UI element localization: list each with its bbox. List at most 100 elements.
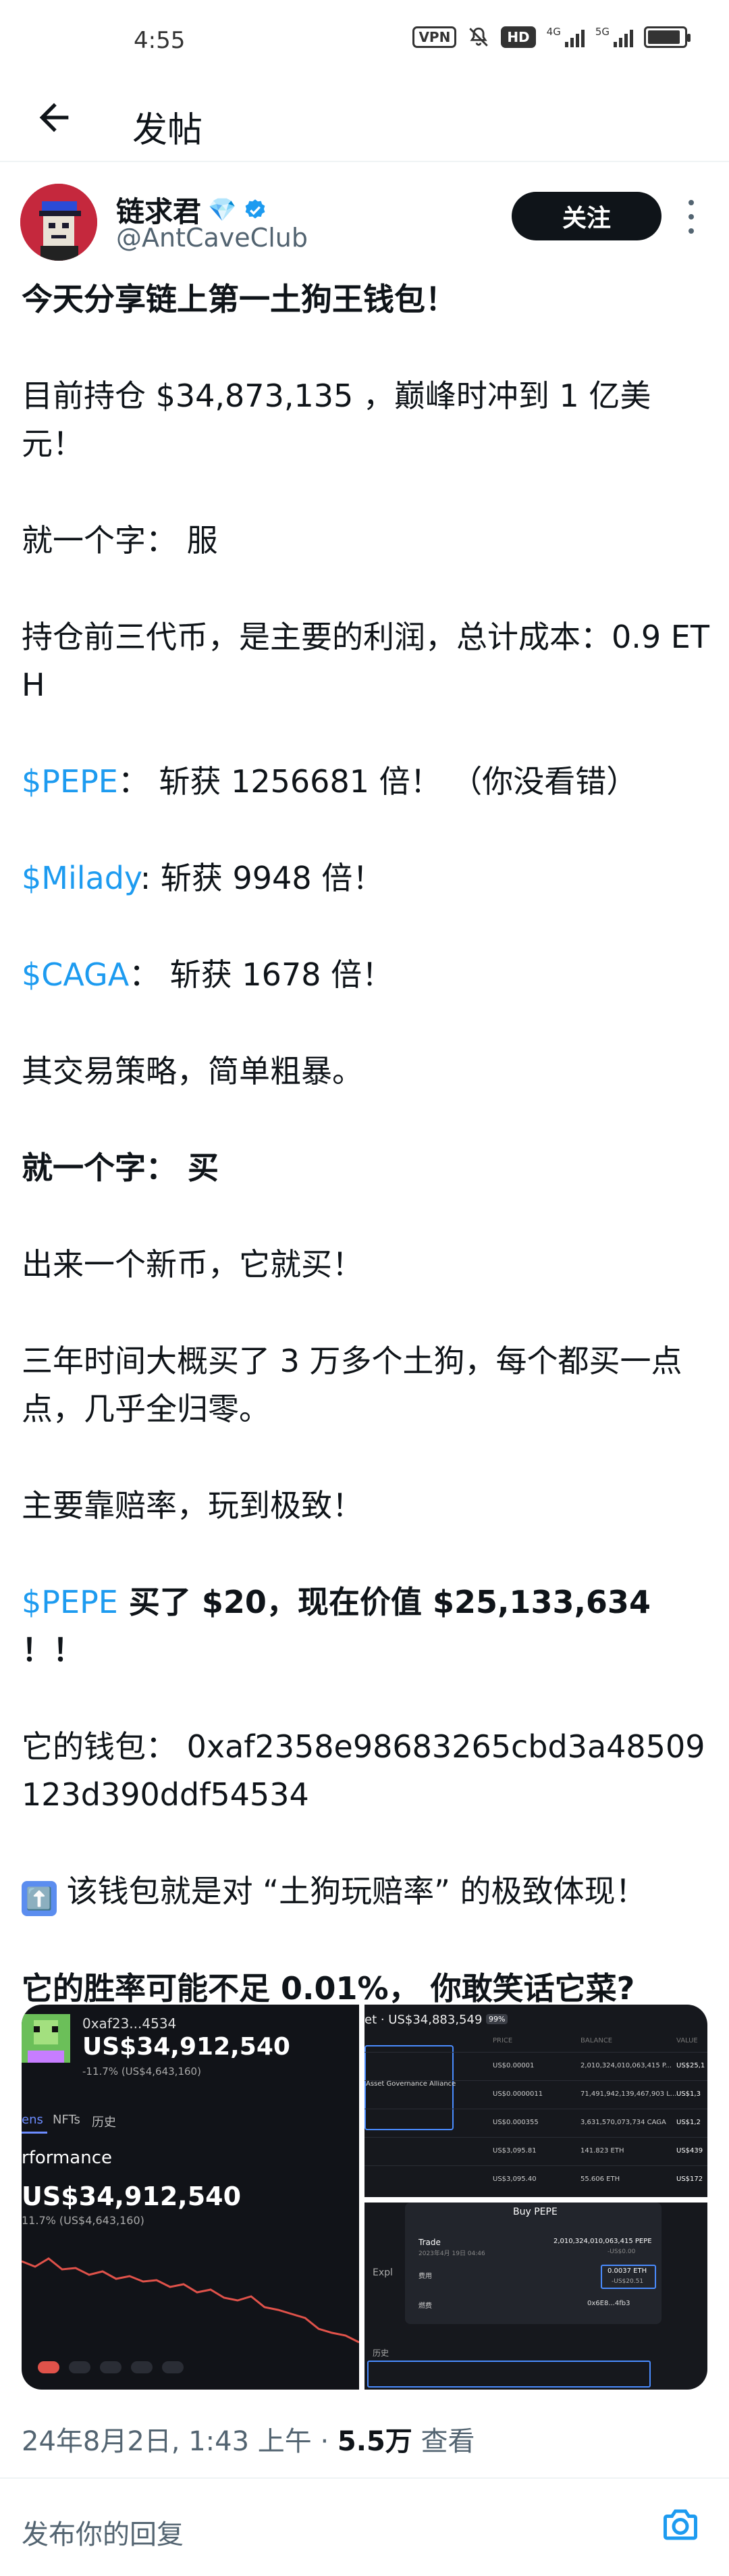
avatar-pixel-art [20, 184, 97, 261]
transaction-dialog: Buy PEPE Trade 2023年4月 19日 04:46 2,010,3… [405, 2203, 662, 2324]
cashtag-link[interactable]: $PEPE [22, 763, 118, 800]
column-header: BALANCE [580, 2037, 613, 2044]
holding-row: US$0.0000011 71,491,942,139,467,903 L... U… [364, 2080, 707, 2109]
wallet-change: -11.7% (US$4,643,160) [82, 2065, 201, 2078]
wallet-address: 0xaf23...4534 [82, 2015, 177, 2032]
holding-val: US$172 [676, 2175, 703, 2183]
post-text: : 斩获 9948 倍！ [140, 860, 384, 896]
holding-bal: 3,631,570,073,734 CAGA [580, 2119, 666, 2126]
post-paragraph: 持仓前三代币，是主要的利润，总计成本：0.9 ETH [22, 619, 709, 703]
post-text: 该钱包就是对 “土狗玩赔率” 的极致体现！ [57, 1873, 647, 1909]
tab-tokens: ens [22, 2113, 43, 2127]
post-timestamp: 24年8月2日, 1:43 上午 · 5.5万 查看 [22, 2419, 475, 2458]
wallet-balance: US$34,912,540 [82, 2033, 290, 2061]
top-nav: 发帖 [0, 81, 729, 162]
post-paragraph: $PEPE 买了 $20，现在价值 $25,133,634 ！！ [22, 1578, 710, 1674]
view-count: 5.5万 [337, 2426, 412, 2457]
tab-nfts: NFTs [53, 2113, 80, 2127]
trade-label: Trade [418, 2238, 441, 2247]
gas-label: 燃费 [418, 2302, 432, 2310]
reply-input[interactable]: 发布你的回复 [22, 2513, 184, 2552]
tab-history: 历史 [92, 2115, 116, 2130]
holding-bal: 55.606 ETH [580, 2175, 620, 2183]
column-header: PRICE [493, 2037, 513, 2044]
bottom-highlight-box [367, 2361, 651, 2388]
holdings-header: et · US$34,883,549 [364, 2013, 483, 2027]
cashtag-link[interactable]: $CAGA [22, 956, 129, 993]
fee-value: 0.0037 ETH [608, 2267, 647, 2275]
holding-price: US$0.000355 [493, 2119, 539, 2126]
range-selector [38, 2361, 184, 2373]
history-label: 历史 [373, 2348, 389, 2358]
views-label: 查看 [412, 2426, 475, 2457]
divider [0, 2477, 729, 2479]
media-image-wallet[interactable]: 0xaf23...4534 US$34,912,540 -11.7% (US$4… [22, 2005, 359, 2390]
holding-bal: 71,491,942,139,467,903 L... [580, 2090, 677, 2098]
post-paragraph: $PEPE： 斩获 1256681 倍！ （你没看错） [22, 758, 710, 806]
author-handle[interactable]: @AntCaveClub [116, 223, 308, 253]
post-headline: 今天分享链上第一土狗王钱包！ [22, 281, 456, 317]
dialog-title: Buy PEPE [513, 2207, 558, 2217]
trade-date: 2023年4月 19日 04:46 [418, 2250, 485, 2257]
column-header: VALUE [676, 2037, 698, 2044]
post-paragraph: 主要靠赔率，玩到极致！ [22, 1487, 363, 1524]
performance-change: 11.7% (US$4,643,160) [22, 2214, 144, 2227]
performance-line-chart [22, 2257, 359, 2344]
hd-icon: HD [501, 26, 536, 48]
holding-price: US$3,095.81 [493, 2147, 537, 2155]
network-type-2: 5G [595, 26, 610, 38]
trade-usd: -US$0.00 [608, 2248, 636, 2255]
post-paragraph: ⬆️ 该钱包就是对 “土狗玩赔率” 的极致体现！ [22, 1867, 710, 1916]
cashtag-link[interactable]: $PEPE [22, 1584, 118, 1620]
media-right-column: et · US$34,883,549 99% PRICE BALANCE VAL… [364, 2005, 707, 2390]
holdings-rows: US$0.00001 2,010,324,010,063,415 P... US$2… [364, 2052, 707, 2194]
trade-amount: 2,010,324,010,063,415 PEPE [554, 2238, 652, 2245]
media-grid[interactable]: 0xaf23...4534 US$34,912,540 -11.7% (US$4… [22, 2005, 707, 2390]
timestamp-text: 24年8月2日, 1:43 上午 · [22, 2426, 338, 2457]
verified-badge-icon [245, 199, 265, 218]
media-image-holdings[interactable]: et · US$34,883,549 99% PRICE BALANCE VAL… [364, 2005, 707, 2197]
post-paragraph: $CAGA： 斩获 1678 倍！ [22, 951, 710, 999]
vpn-icon: VPN [412, 26, 457, 48]
mute-icon [469, 27, 489, 47]
holding-val: US$25,1 [676, 2062, 705, 2069]
post-paragraph: 它的钱包： 0xaf2358e98683265cbd3a48509123d390… [22, 1728, 705, 1813]
post-paragraph: 目前持仓 $34,873,135 ，巅峰时冲到 1 亿美元！ [22, 378, 651, 462]
post-paragraph: $Milady: 斩获 9948 倍！ [22, 854, 710, 902]
holding-price: US$0.0000011 [493, 2090, 543, 2098]
back-arrow-icon[interactable] [32, 96, 76, 139]
page-title: 发帖 [132, 110, 203, 151]
holdings-badge: 99% [486, 2014, 508, 2024]
holding-val: US$1,3 [676, 2090, 701, 2098]
holding-row: US$0.00001 2,010,324,010,063,415 P... US$2… [364, 2052, 707, 2080]
holding-row: US$0.000355 3,631,570,073,734 CAGA US$1,2 [364, 2109, 707, 2137]
post-paragraph: 其交易策略，简单粗暴。 [22, 1053, 363, 1089]
post-text: ： 斩获 1256681 倍！ （你没看错） [117, 763, 638, 800]
camera-icon[interactable] [659, 2504, 702, 2545]
post-paragraph: 就一个字： 服 [22, 522, 218, 559]
avatar[interactable] [20, 184, 97, 261]
holding-bal: 141.823 ETH [580, 2147, 624, 2155]
battery-fill [648, 30, 680, 44]
status-icons: VPN HD 4G 5G [412, 26, 691, 49]
holding-val: US$439 [676, 2147, 703, 2155]
gas-value: 0x6E8...4fb3 [587, 2300, 630, 2307]
follow-button[interactable]: 关注 [512, 192, 662, 240]
performance-label: rformance [22, 2148, 113, 2168]
battery-icon [644, 26, 691, 48]
holding-row: US$3,095.40 55.606 ETH US$172 [364, 2165, 707, 2194]
cashtag-link[interactable]: $Milady [22, 860, 140, 896]
tab-underline [22, 2132, 47, 2134]
post-paragraph: 就一个字： 买 [22, 1150, 219, 1186]
more-options-icon[interactable] [684, 200, 698, 234]
status-bar: 4:55 VPN HD 4G 5G [0, 0, 729, 81]
fee-label: 费用 [418, 2273, 432, 2280]
holding-price: US$0.00001 [493, 2062, 535, 2069]
signal-icon-1 [564, 27, 585, 47]
fee-usd: -US$20.51 [612, 2278, 644, 2285]
status-time: 4:55 [134, 27, 186, 54]
up-arrow-emoji: ⬆️ [22, 1881, 57, 1916]
media-image-transaction[interactable]: Expl 历史 Buy PEPE Trade 2023年4月 19日 04:46… [364, 2203, 707, 2390]
holding-bal: 2,010,324,010,063,415 P... [580, 2062, 672, 2069]
performance-balance: US$34,912,540 [22, 2182, 242, 2211]
